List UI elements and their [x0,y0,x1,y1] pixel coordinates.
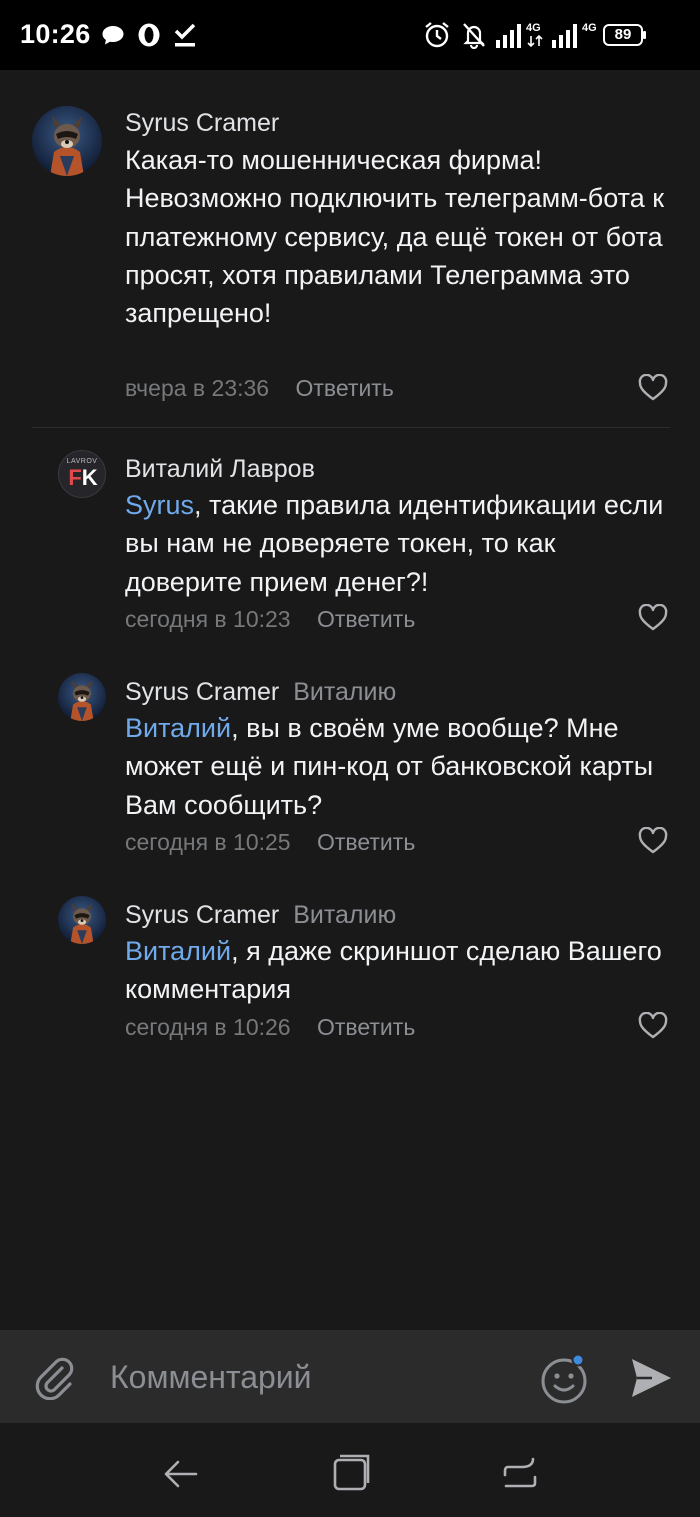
comment-text: Какая-то мошенническая фирма! Невозможно… [125,141,675,332]
reply-button[interactable]: Ответить [296,375,394,401]
mention-link[interactable]: Syrus [125,490,194,520]
avatar-letter-f: F [68,465,82,490]
system-navigation-bar [0,1423,700,1517]
svg-text:4G: 4G [526,22,541,34]
like-heart-icon[interactable] [638,826,668,855]
comment-meta: вчера в 23:36 Ответить [125,374,394,402]
paperclip-icon[interactable] [32,1354,78,1401]
comment-author[interactable]: Виталий Лавров [125,455,315,483]
avatar-top-text: LAVROV [66,458,98,465]
mention-link[interactable]: Виталий [125,936,231,966]
reply-button[interactable]: Ответить [317,1014,415,1040]
signal-2-icon: 4G [550,20,602,50]
comment-meta: сегодня в 10:25 Ответить [125,828,415,856]
status-bar: 10:26 4G 4G 89 [0,0,700,70]
avatar-syrus-cramer[interactable] [58,673,106,721]
svg-text:4G: 4G [582,22,597,34]
divider [32,427,670,428]
comment-author[interactable]: Syrus Cramer [125,678,279,706]
message-notification-icon [100,20,126,50]
avatar-syrus-cramer[interactable] [32,106,102,176]
like-heart-icon[interactable] [638,1011,668,1040]
reply-button[interactable]: Ответить [317,606,415,632]
like-heart-icon[interactable] [638,603,668,632]
avatar-syrus-cramer[interactable] [58,896,106,944]
comment-text: Syrus, такие правила идентификации если … [125,486,675,601]
status-time: 10:26 [20,19,91,49]
comment-author[interactable]: Syrus Cramer [125,901,279,929]
recent-apps-icon[interactable] [500,1453,540,1493]
mention-link[interactable]: Виталий [125,713,231,743]
comment-author-line: Syrus Cramer [125,108,279,138]
task-done-icon [172,20,198,50]
comment-time: сегодня в 10:25 [125,829,291,855]
back-arrow-icon[interactable] [160,1453,200,1493]
comment-author[interactable]: Syrus Cramer [125,109,279,137]
comment-body: , такие правила идентификации если вы на… [125,490,664,597]
avatar-letter-k: K [81,465,98,490]
home-square-icon[interactable] [330,1453,370,1493]
send-icon[interactable] [628,1356,674,1400]
reply-to-label[interactable]: Виталию [293,678,396,706]
comment-author-line: Syrus Cramer Виталию [125,677,396,707]
comment-time: сегодня в 10:26 [125,1014,291,1040]
comment-author-line: Виталий Лавров [125,454,315,484]
comment-text: Виталий, вы в своём уме вообще? Мне може… [125,709,675,824]
avatar-vitaliy-lavrov[interactable]: LAVROV FK [58,450,106,498]
emoji-icon[interactable] [540,1353,590,1404]
battery-level: 89 [614,26,632,43]
alarm-icon [423,20,451,50]
reply-button[interactable]: Ответить [317,829,415,855]
reply-to-label[interactable]: Виталию [293,901,396,929]
comment-time: сегодня в 10:23 [125,606,291,632]
comment-input[interactable] [110,1352,510,1402]
comment-time: вчера в 23:36 [125,375,270,401]
comment-body: Какая-то мошенническая фирма! Невозможно… [125,145,665,329]
mute-notifications-icon [460,20,488,50]
comment-meta: сегодня в 10:23 Ответить [125,605,415,633]
signal-1-icon: 4G [494,20,546,50]
like-heart-icon[interactable] [638,373,668,402]
comment-text: Виталий, я даже скриншот сделаю Вашего к… [125,932,675,1009]
comment-input-bar [0,1330,700,1423]
comment-meta: сегодня в 10:26 Ответить [125,1013,415,1041]
opera-icon [136,20,162,50]
comment-author-line: Syrus Cramer Виталию [125,900,396,930]
